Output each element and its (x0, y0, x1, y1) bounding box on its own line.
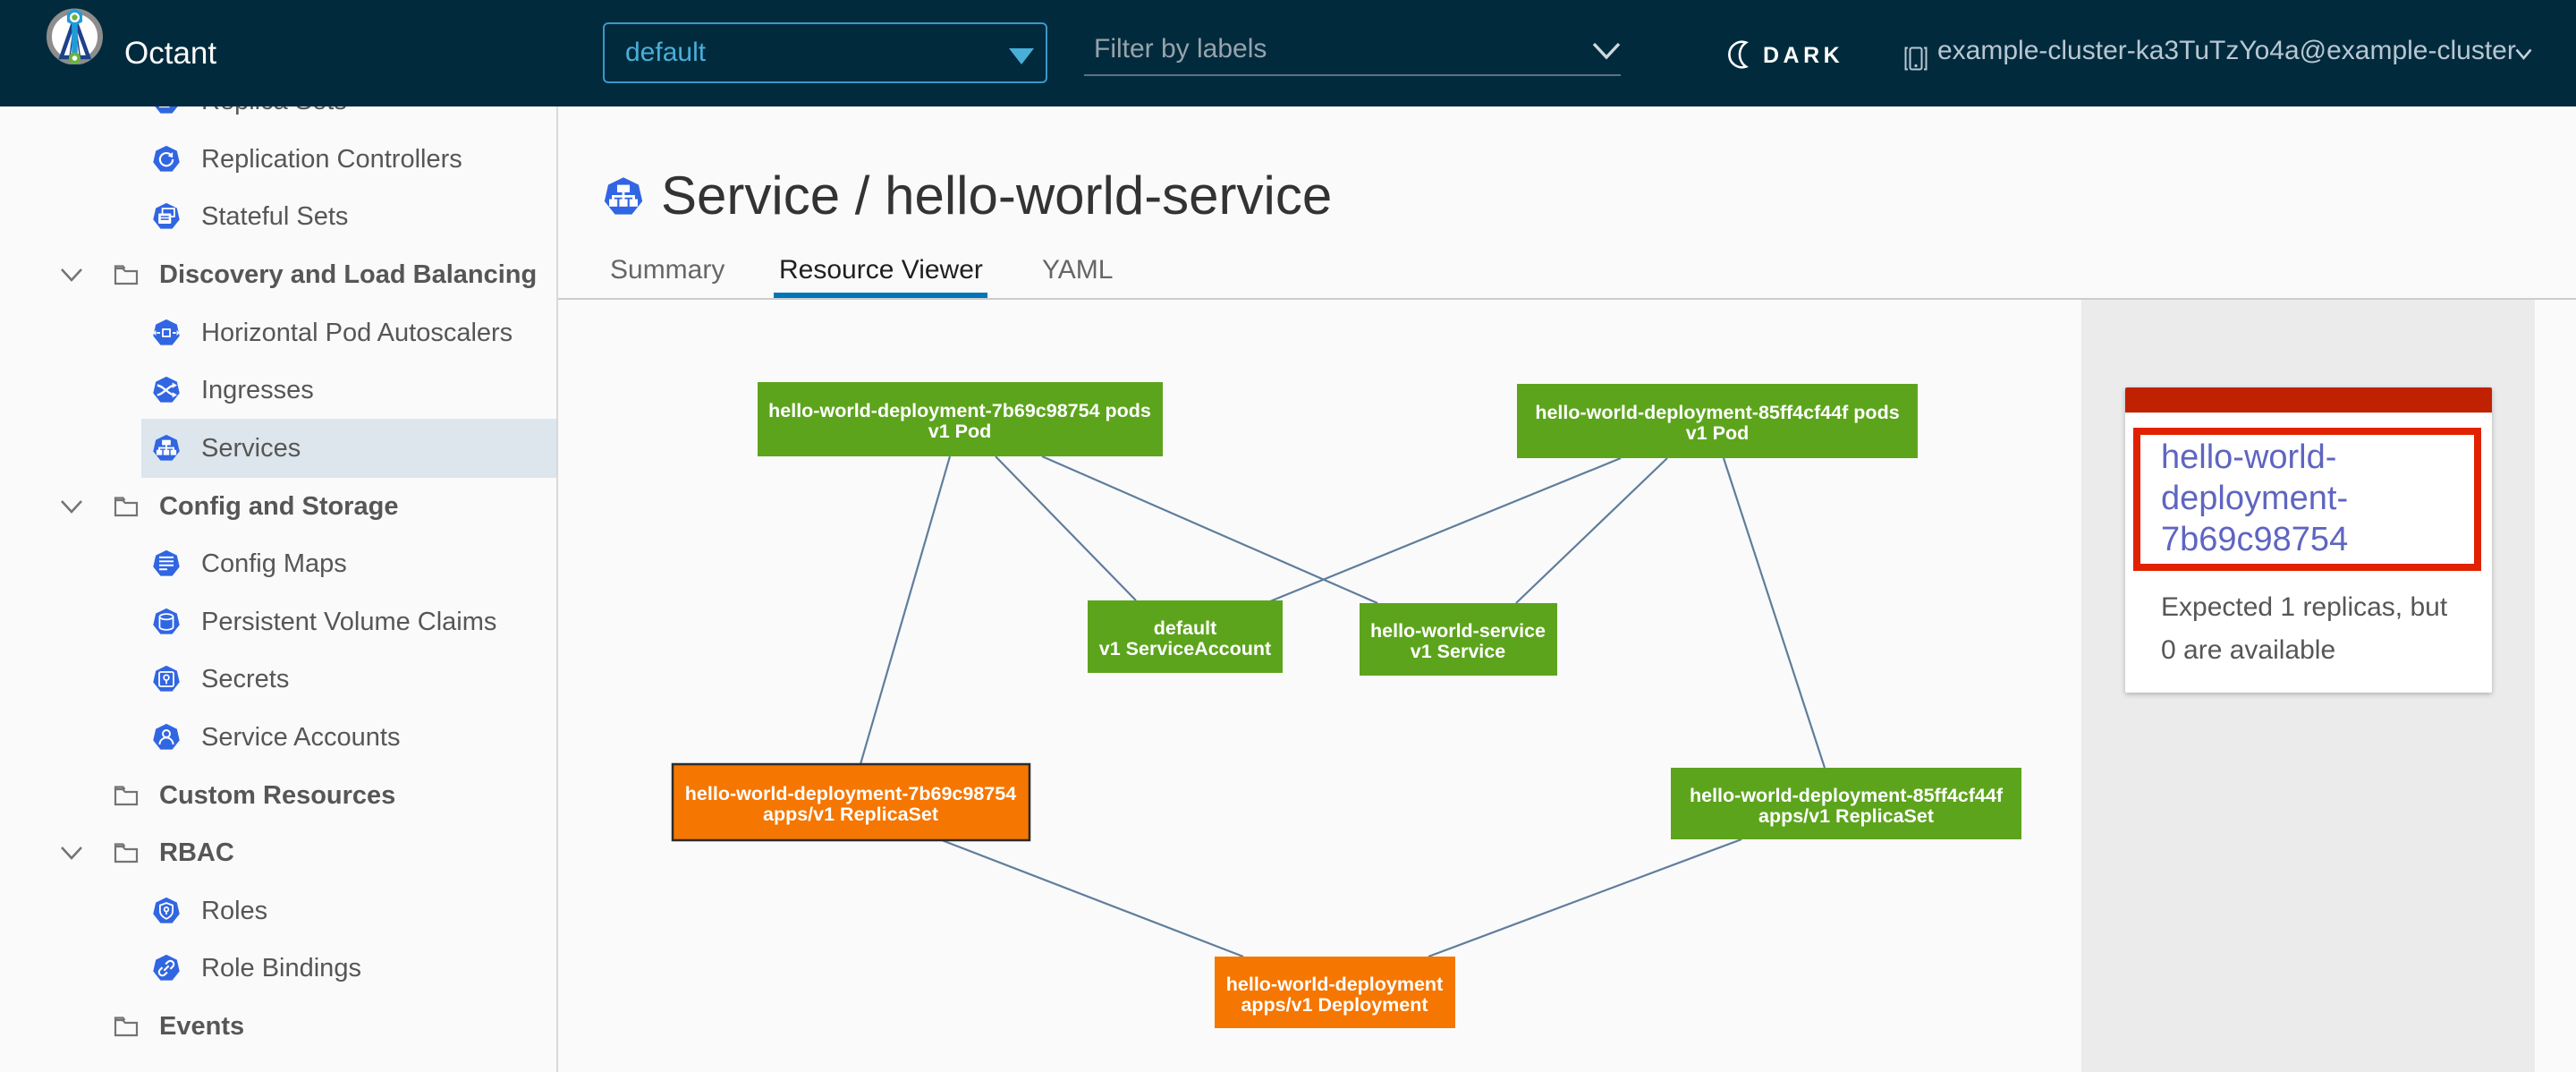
svg-text:v1 Pod: v1 Pod (1686, 422, 1750, 444)
svg-text:v1 Service: v1 Service (1411, 641, 1505, 662)
svg-text:default: default (1154, 617, 1216, 639)
svg-text:hello-world-deployment-85ff4cf: hello-world-deployment-85ff4cf44f pods (1535, 402, 1899, 423)
svg-text:apps/v1 ReplicaSet: apps/v1 ReplicaSet (763, 804, 938, 825)
svg-text:hello-world-service: hello-world-service (1370, 620, 1546, 642)
svg-text:hello-world-deployment-7b69c98: hello-world-deployment-7b69c98754 (685, 783, 1016, 804)
svg-text:hello-world-deployment-85ff4cf: hello-world-deployment-85ff4cf44f (1690, 785, 2004, 806)
svg-text:apps/v1 ReplicaSet: apps/v1 ReplicaSet (1758, 805, 1934, 827)
svg-text:hello-world-deployment: hello-world-deployment (1226, 974, 1443, 995)
svg-text:v1 ServiceAccount: v1 ServiceAccount (1099, 638, 1271, 659)
svg-text:hello-world-deployment-7b69c98: hello-world-deployment-7b69c98754 pods (768, 400, 1151, 421)
svg-text:v1 Pod: v1 Pod (928, 421, 992, 442)
svg-text:apps/v1 Deployment: apps/v1 Deployment (1241, 994, 1428, 1016)
